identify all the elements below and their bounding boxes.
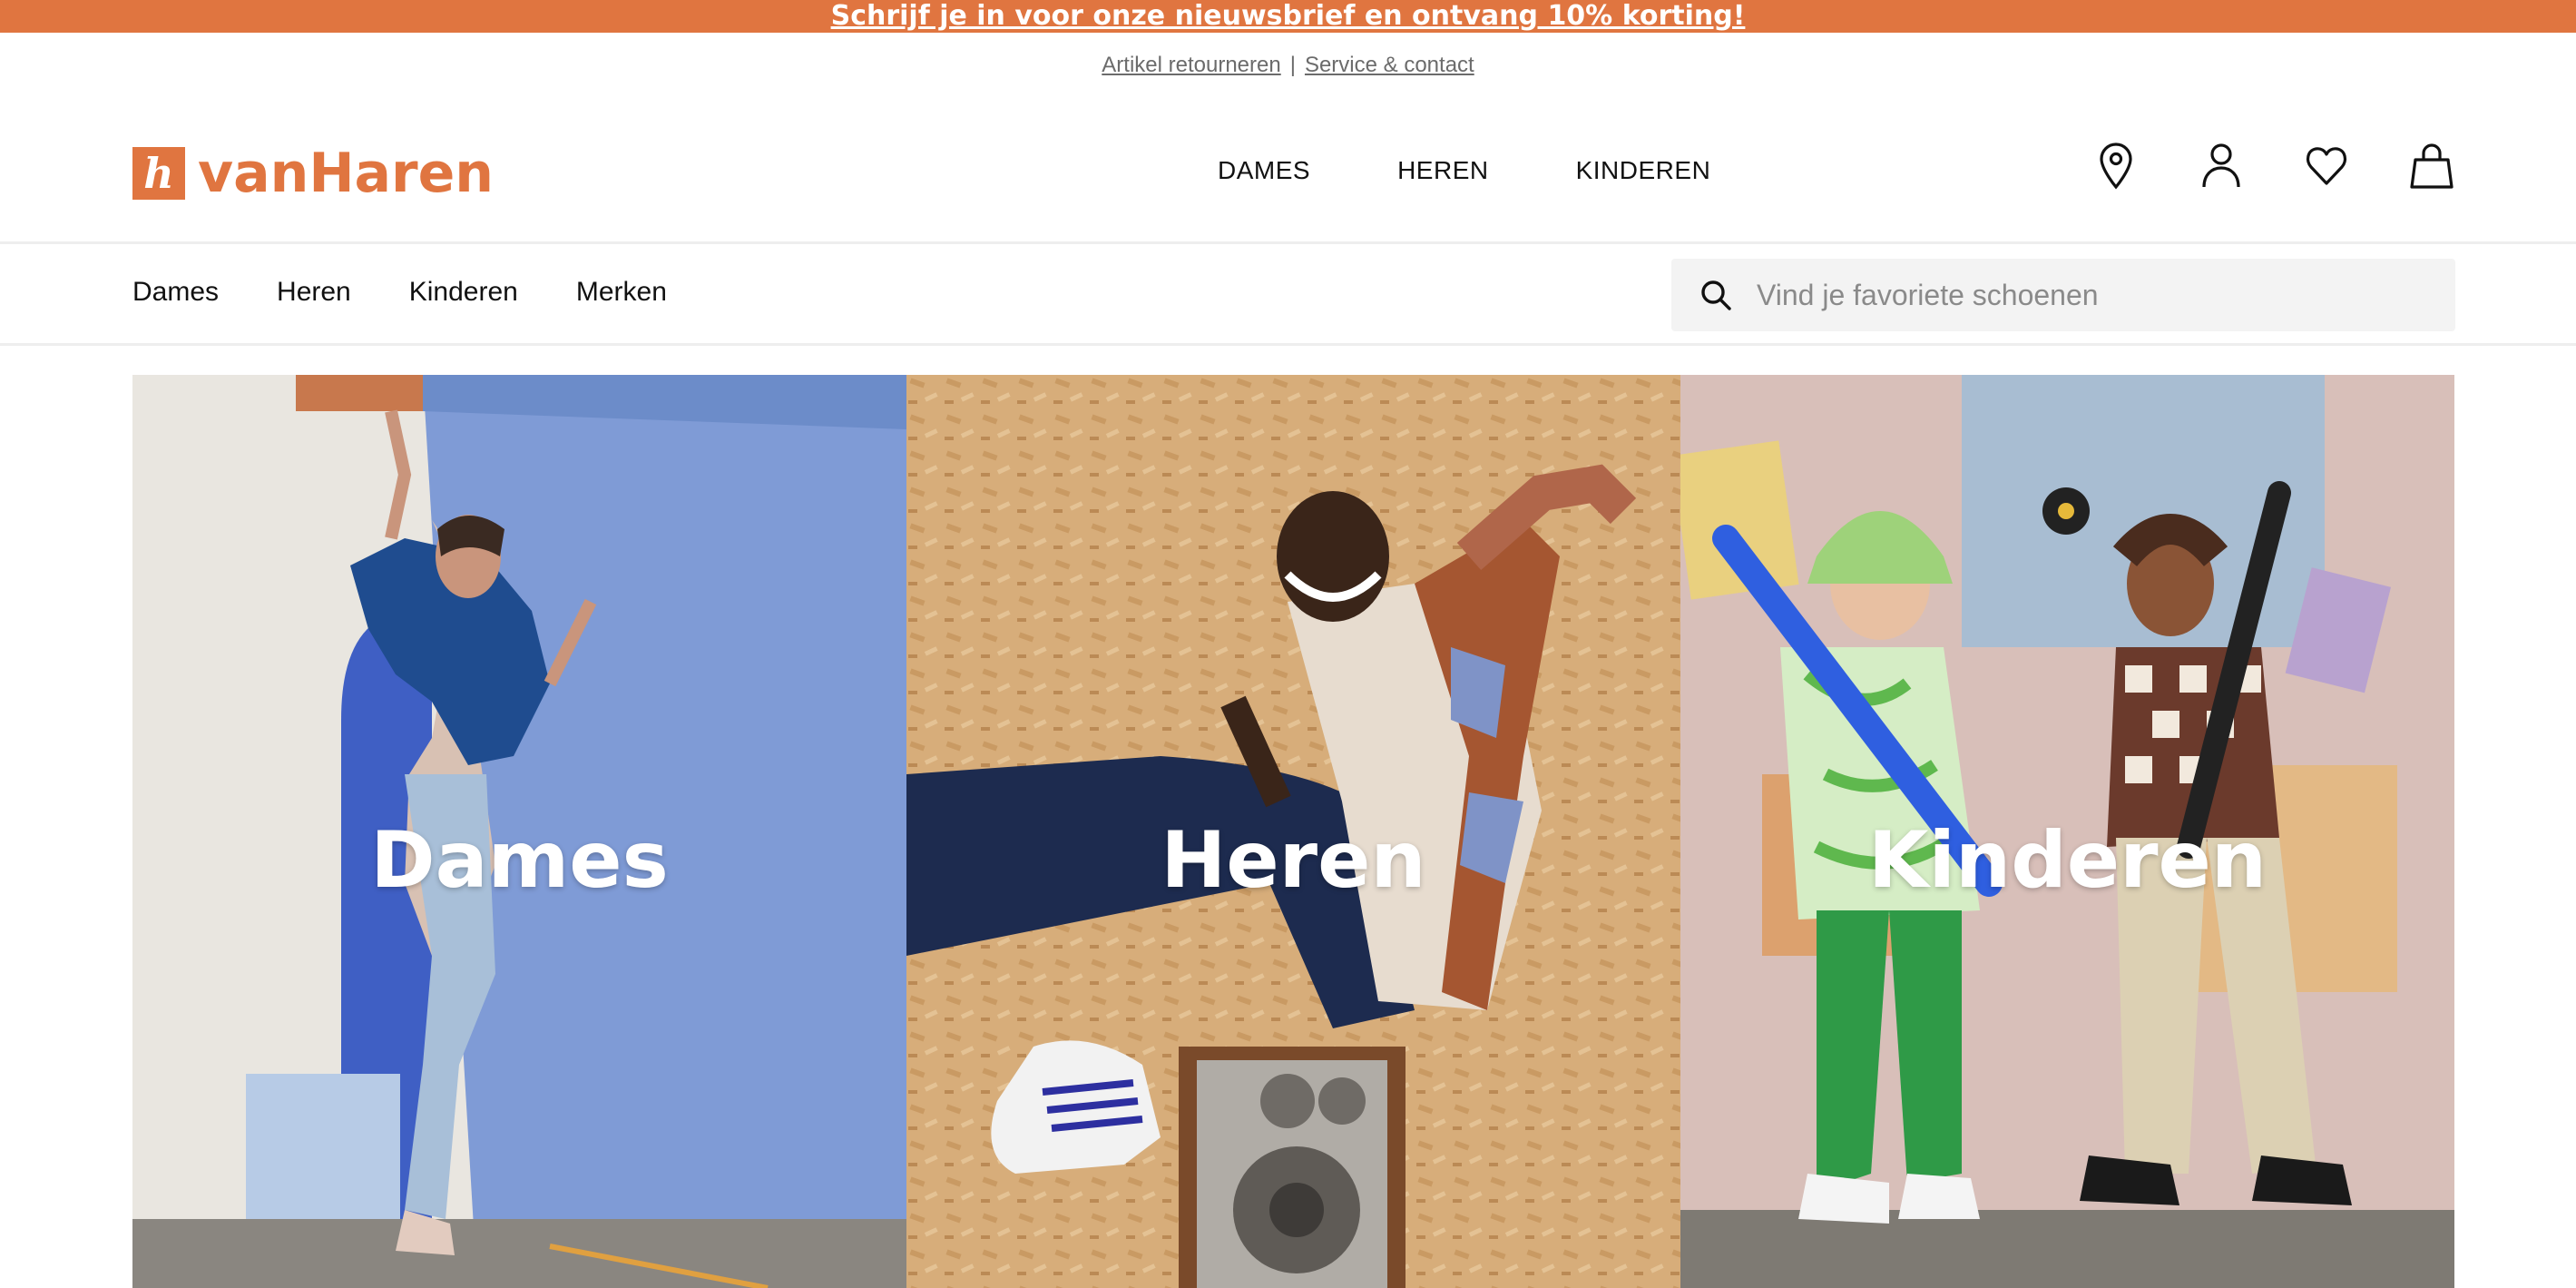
service-contact-link[interactable]: Service & contact xyxy=(1305,53,1474,77)
wishlist-heart-icon[interactable] xyxy=(2305,140,2348,191)
returns-link[interactable]: Artikel retourneren xyxy=(1102,53,1280,77)
hero-tile-kinderen[interactable]: Kinderen xyxy=(1680,375,2454,1288)
main-nav-heren[interactable]: HEREN xyxy=(1397,156,1489,185)
account-icon[interactable] xyxy=(2199,140,2243,191)
search-icon[interactable] xyxy=(1699,278,1733,312)
subnav-dames[interactable]: Dames xyxy=(132,277,219,308)
header-icons xyxy=(2094,140,2454,191)
utility-links: Artikel retourneren | Service & contact xyxy=(0,53,2576,78)
category-hero-tiles: Dames Heren Kinderen xyxy=(132,375,2455,1288)
main-nav: DAMES HEREN KINDEREN xyxy=(1218,156,1710,185)
logo-wordmark: vanHaren xyxy=(198,142,495,205)
subnav-divider xyxy=(0,343,2576,346)
subnav-links: Dames Heren Kinderen Merken xyxy=(132,277,667,308)
hero-tile-dames[interactable]: Dames xyxy=(132,375,906,1288)
newsletter-promo-link[interactable]: Schrijf je in voor onze nieuwsbrief en o… xyxy=(831,0,1746,33)
category-subnav: Dames Heren Kinderen Merken xyxy=(0,244,2576,344)
newsletter-promo-bar: Schrijf je in voor onze nieuwsbrief en o… xyxy=(0,0,2576,33)
site-header: h vanHaren DAMES HEREN KINDEREN xyxy=(0,100,2576,243)
main-nav-dames[interactable]: DAMES xyxy=(1218,156,1310,185)
hero-tile-heren[interactable]: Heren xyxy=(906,375,1680,1288)
search-bar xyxy=(1671,259,2455,331)
utility-separator: | xyxy=(1289,53,1296,77)
hero-label-kinderen: Kinderen xyxy=(1867,815,2267,906)
hero-label-dames: Dames xyxy=(370,815,669,906)
vanharen-logo[interactable]: h vanHaren xyxy=(132,142,495,205)
hero-label-heren: Heren xyxy=(1161,815,1426,906)
subnav-heren[interactable]: Heren xyxy=(277,277,351,308)
shopping-bag-icon[interactable] xyxy=(2410,140,2454,191)
main-nav-kinderen[interactable]: KINDEREN xyxy=(1576,156,1711,185)
subnav-kinderen[interactable]: Kinderen xyxy=(409,277,518,308)
logo-mark: h xyxy=(132,147,185,200)
subnav-merken[interactable]: Merken xyxy=(576,277,667,308)
search-input[interactable] xyxy=(1755,277,2448,313)
location-icon[interactable] xyxy=(2094,140,2138,191)
